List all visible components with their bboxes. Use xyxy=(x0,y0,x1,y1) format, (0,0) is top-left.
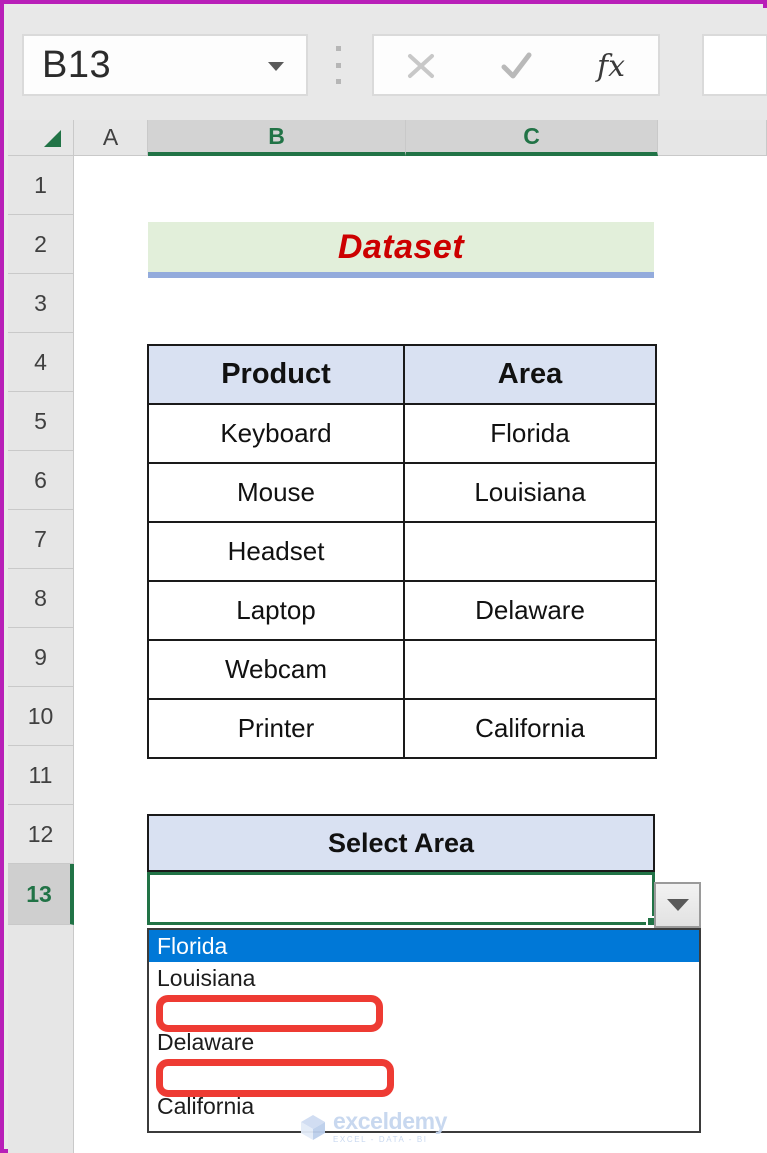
name-box-value: B13 xyxy=(42,43,112,86)
table-row[interactable]: Keyboard Florida xyxy=(147,403,657,464)
column-header-bar: A B C xyxy=(8,120,767,156)
watermark-brand: exceldemy xyxy=(333,1108,448,1134)
cell-product[interactable]: Laptop xyxy=(147,580,405,641)
dropdown-item-delaware[interactable]: Delaware xyxy=(149,1026,699,1058)
dropdown-item-blank-2[interactable] xyxy=(149,1058,699,1090)
row-header-11[interactable]: 11 xyxy=(8,746,74,805)
cell-area[interactable] xyxy=(403,521,657,582)
screenshot-frame: B13 fx A B C 1 2 3 4 5 6 7 8 9 10 11 12 … xyxy=(0,0,767,1153)
watermark-tagline: EXCEL - DATA - BI xyxy=(333,1135,428,1144)
name-box[interactable]: B13 xyxy=(22,34,308,96)
cell-area[interactable]: Florida xyxy=(403,403,657,464)
select-all-corner-icon[interactable] xyxy=(8,120,74,156)
formula-input[interactable] xyxy=(702,34,767,96)
row-header-8[interactable]: 8 xyxy=(8,569,74,628)
column-header-area[interactable]: Area xyxy=(403,344,657,405)
row-header-6[interactable]: 6 xyxy=(8,451,74,510)
svg-text:fx: fx xyxy=(595,49,625,84)
row-header-13[interactable]: 13 xyxy=(8,864,74,925)
row-header-9[interactable]: 9 xyxy=(8,628,74,687)
table-row[interactable]: Webcam xyxy=(147,639,657,700)
table-row[interactable]: Printer California xyxy=(147,698,657,759)
row-header-2[interactable]: 2 xyxy=(8,215,74,274)
cancel-x-icon[interactable] xyxy=(393,43,449,87)
row-header-filler xyxy=(8,925,74,1153)
table-row[interactable]: Headset xyxy=(147,521,657,582)
data-validation-dropdown-button[interactable] xyxy=(654,882,701,928)
select-area-label: Select Area xyxy=(327,827,475,858)
row-header-10[interactable]: 10 xyxy=(8,687,74,746)
table-header-row: Product Area xyxy=(147,344,657,405)
cell-area[interactable]: California xyxy=(403,698,657,759)
column-header-c[interactable]: C xyxy=(406,120,658,156)
table-row[interactable]: Laptop Delaware xyxy=(147,580,657,641)
row-header-1[interactable]: 1 xyxy=(8,156,74,215)
column-header-overflow xyxy=(658,120,767,156)
cell-product[interactable]: Printer xyxy=(147,698,405,759)
column-header-product[interactable]: Product xyxy=(147,344,405,405)
row-header-bar: 1 2 3 4 5 6 7 8 9 10 11 12 13 xyxy=(8,156,74,1153)
cell-product[interactable]: Webcam xyxy=(147,639,405,700)
cell-area[interactable]: Delaware xyxy=(403,580,657,641)
active-cell-b13[interactable] xyxy=(147,872,657,927)
formula-bar-strip: B13 fx xyxy=(8,8,767,120)
table-row[interactable]: Mouse Louisiana xyxy=(147,462,657,523)
fx-insert-function-icon[interactable]: fx xyxy=(583,43,639,87)
worksheet-grid[interactable]: Dataset Product Area Keyboard Florida Mo… xyxy=(74,156,767,1153)
row-header-7[interactable]: 7 xyxy=(8,510,74,569)
cell-product[interactable]: Headset xyxy=(147,521,405,582)
row-header-4[interactable]: 4 xyxy=(8,333,74,392)
select-area-header-cell[interactable]: Select Area xyxy=(147,814,655,872)
enter-check-icon[interactable] xyxy=(488,43,544,87)
cell-product[interactable]: Mouse xyxy=(147,462,405,523)
column-header-b[interactable]: B xyxy=(148,120,406,156)
formula-bar-button-group: fx xyxy=(372,34,660,96)
dropdown-item-florida[interactable]: Florida xyxy=(149,930,699,962)
row-header-3[interactable]: 3 xyxy=(8,274,74,333)
cell-product[interactable]: Keyboard xyxy=(147,403,405,464)
dataset-title-cell[interactable]: Dataset xyxy=(148,222,654,278)
row-header-12[interactable]: 12 xyxy=(8,805,74,864)
dataset-table: Product Area Keyboard Florida Mouse Loui… xyxy=(147,344,657,759)
data-validation-dropdown-list[interactable]: Florida Louisiana Delaware California xyxy=(147,928,701,1133)
vertical-dots-grip-icon[interactable] xyxy=(335,46,342,84)
dropdown-item-louisiana[interactable]: Louisiana xyxy=(149,962,699,994)
cell-area[interactable] xyxy=(403,639,657,700)
chevron-down-icon[interactable] xyxy=(268,62,284,71)
dropdown-caret-icon xyxy=(666,899,689,911)
exceldemy-watermark: exceldemy EXCEL - DATA - BI xyxy=(298,1106,488,1148)
row-header-5[interactable]: 5 xyxy=(8,392,74,451)
dropdown-item-blank-1[interactable] xyxy=(149,994,699,1026)
exceldemy-cube-logo-icon xyxy=(298,1112,328,1142)
dataset-title-text: Dataset xyxy=(337,227,465,266)
cell-area[interactable]: Louisiana xyxy=(403,462,657,523)
column-header-a[interactable]: A xyxy=(74,120,148,156)
